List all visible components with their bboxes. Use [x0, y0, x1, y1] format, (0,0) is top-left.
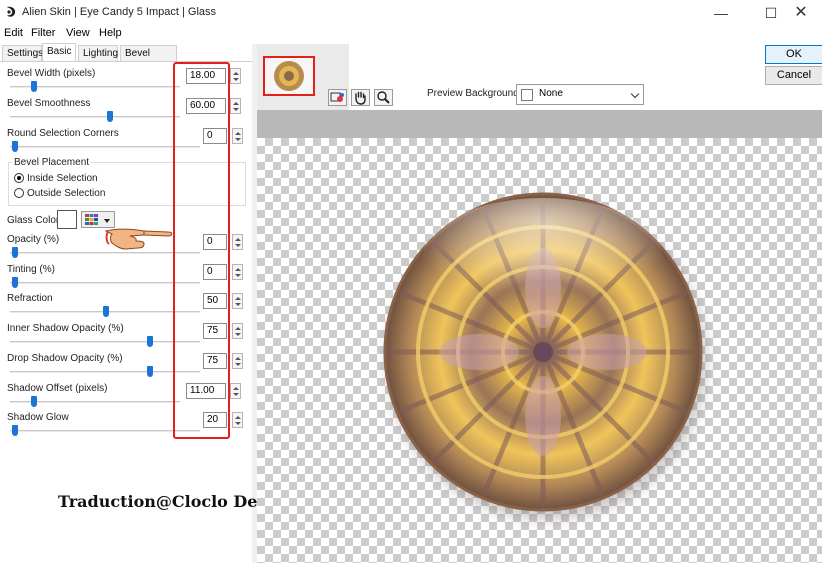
inner-shadow-slider-thumb[interactable]: [147, 336, 153, 347]
round-corners-spinner[interactable]: [232, 128, 243, 144]
param-label: Shadow Glow: [7, 412, 69, 423]
drop-shadow-slider[interactable]: [10, 371, 200, 373]
preview-background-value: None: [539, 88, 563, 99]
bevel-smoothness-spinner[interactable]: [230, 98, 241, 114]
round-corners-slider[interactable]: [10, 146, 200, 148]
refraction-spinner[interactable]: [232, 293, 243, 309]
close-button[interactable]: ✕: [778, 0, 822, 26]
drop-shadow-spinner[interactable]: [232, 353, 243, 369]
pointing-hand-icon: [104, 228, 173, 250]
cancel-button[interactable]: Cancel: [765, 66, 822, 85]
inside-selection-label[interactable]: Inside Selection: [27, 173, 98, 184]
minimize-button[interactable]: —: [698, 0, 744, 26]
glass-orb-preview: [383, 192, 707, 520]
opacity-spinner[interactable]: [232, 234, 243, 250]
opacity-slider[interactable]: [10, 252, 200, 254]
shadow-glow-spinner[interactable]: [232, 412, 243, 428]
menu-help[interactable]: Help: [99, 27, 122, 39]
param-label: Drop Shadow Opacity (%): [7, 353, 123, 364]
background-swatch: [521, 89, 533, 101]
shadow-offset-spinner[interactable]: [230, 383, 241, 399]
inner-shadow-spinner[interactable]: [232, 323, 243, 339]
tab-settings[interactable]: Settings: [2, 45, 43, 62]
shadow-offset-slider-thumb[interactable]: [31, 396, 37, 407]
title-bar: Alien Skin | Eye Candy 5 Impact | Glass …: [0, 0, 822, 26]
pan-hand-icon: [355, 91, 366, 105]
inside-selection-radio[interactable]: [14, 173, 24, 183]
tinting-slider[interactable]: [10, 282, 200, 284]
preview-background-select[interactable]: None: [516, 84, 644, 105]
bevel-width-spinner[interactable]: [230, 68, 241, 84]
preview-thumbnail[interactable]: [263, 56, 315, 96]
compare-icon: [330, 92, 344, 102]
chevron-down-icon: [630, 89, 640, 99]
drop-shadow-slider-thumb[interactable]: [147, 366, 153, 377]
menu-bar: Edit Filter View Help: [0, 26, 822, 42]
inner-shadow-slider[interactable]: [10, 341, 200, 343]
param-label: Round Selection Corners: [7, 128, 119, 139]
param-label: Inner Shadow Opacity (%): [7, 323, 124, 334]
param-label: Opacity (%): [7, 234, 60, 245]
color-grid-icon: [85, 214, 98, 225]
compare-tool-button[interactable]: [328, 89, 347, 106]
ok-button[interactable]: OK: [765, 45, 822, 64]
glass-color-swatch[interactable]: [57, 210, 77, 229]
round-corners-slider-thumb[interactable]: [12, 141, 18, 152]
thumbnail-orb: [274, 61, 304, 91]
param-label: Tinting (%): [7, 264, 55, 275]
zoom-tool-button[interactable]: [374, 89, 393, 106]
outside-selection-radio[interactable]: [14, 188, 24, 198]
preview-toolbar-strip: [257, 110, 822, 138]
window-title: Alien Skin | Eye Candy 5 Impact | Glass: [22, 6, 217, 18]
preview-background-label: Preview Background:: [427, 88, 522, 99]
preview-canvas[interactable]: [257, 138, 822, 563]
outside-selection-label[interactable]: Outside Selection: [27, 188, 105, 199]
refraction-slider-thumb[interactable]: [103, 306, 109, 317]
bevel-width-slider-thumb[interactable]: [31, 81, 37, 92]
param-label: Bevel Smoothness: [7, 98, 91, 109]
highlight-annotation: [173, 62, 230, 439]
tab-basic[interactable]: Basic: [42, 43, 76, 62]
bevel-placement-title: Bevel Placement: [12, 157, 92, 168]
tinting-spinner[interactable]: [232, 264, 243, 280]
param-label: Shadow Offset (pixels): [7, 383, 108, 394]
menu-view[interactable]: View: [66, 27, 90, 39]
param-label: Bevel Width (pixels): [7, 68, 96, 79]
bevel-smoothness-slider-thumb[interactable]: [107, 111, 113, 122]
pan-tool-button[interactable]: [351, 89, 370, 106]
tab-bevel-profile[interactable]: Bevel Profile: [120, 45, 177, 74]
param-label: Refraction: [7, 293, 53, 304]
shadow-glow-slider[interactable]: [10, 430, 200, 432]
menu-filter[interactable]: Filter: [31, 27, 55, 39]
glass-color-label: Glass Color: [7, 215, 60, 226]
menu-edit[interactable]: Edit: [4, 27, 23, 39]
tab-lighting[interactable]: Lighting: [78, 45, 118, 62]
shadow-glow-slider-thumb[interactable]: [12, 425, 18, 436]
zoom-icon: [377, 91, 390, 104]
bevel-smoothness-slider[interactable]: [10, 116, 180, 118]
opacity-slider-thumb[interactable]: [12, 247, 18, 258]
app-logo-icon: [7, 6, 16, 17]
tinting-slider-thumb[interactable]: [12, 277, 18, 288]
